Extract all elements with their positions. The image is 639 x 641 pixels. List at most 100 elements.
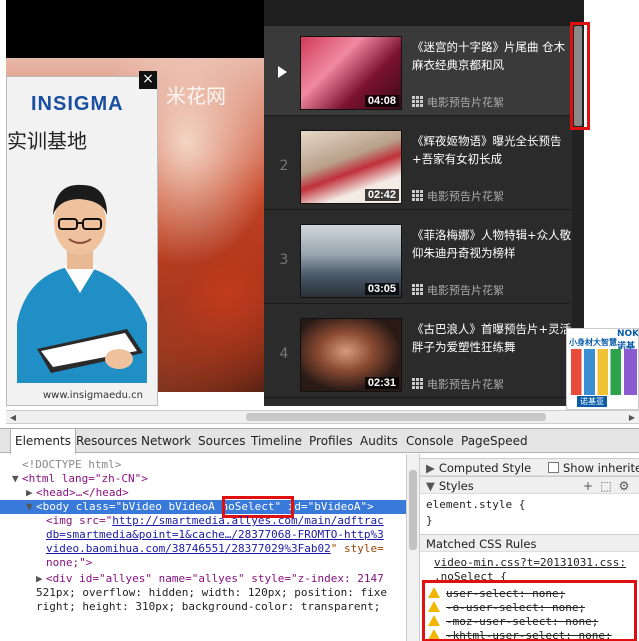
show-inherited-checkbox[interactable] <box>548 462 559 473</box>
expanded-triangle-icon[interactable]: ▼ <box>12 472 22 486</box>
class-attr-name: class= <box>75 500 116 513</box>
id-attr: id="bVideoA"> <box>287 500 374 513</box>
video-source[interactable]: 电影预告片花絮 <box>412 376 504 392</box>
ad-person-image <box>7 153 153 383</box>
tab-pagespeed[interactable]: PageSpeed <box>457 429 532 453</box>
tab-audits[interactable]: Audits <box>356 429 402 453</box>
collapsed-triangle-icon[interactable]: ▶ <box>426 461 435 475</box>
web-page: 米花网 × INSIGMA 实训基地 www.insigmaedu.cn 04:… <box>0 0 639 428</box>
video-source[interactable]: 电影预告片花絮 <box>412 94 504 110</box>
dom-line-img-cont[interactable]: video.baomihua.com/38746551/28377029%3Fa… <box>46 542 384 556</box>
video-watermark: 米花网 <box>166 84 226 108</box>
computed-style-label: Computed Style <box>438 461 532 475</box>
dom-line-img-end[interactable]: none;"> <box>46 556 92 570</box>
body-tag: <body <box>36 500 70 513</box>
playlist-item[interactable]: 3 03:05 《菲洛梅娜》人物特辑+众人敬仰朱迪丹奇视为榜样 电影预告片花絮 <box>264 214 571 304</box>
show-inherited-toggle[interactable]: Show inherite <box>548 459 639 477</box>
element-state-icon[interactable]: ⬚ <box>600 480 612 492</box>
styles-toolbar: + ⬚ ⚙ <box>576 477 630 495</box>
computed-style-header[interactable]: ▶ Computed Style Show inherite <box>420 458 639 476</box>
dom-line-img[interactable]: <img src="http://smartmedia.allyes.com/m… <box>46 514 384 528</box>
playlist-item[interactable]: 04:08 《迷宫的十字路》片尾曲 仓木麻衣经典京都和风 电影预告片花絮 <box>264 26 570 116</box>
styles-sidebar: ▶ Computed Style Show inherite ▼ Styles + ⬚… <box>420 454 639 641</box>
tab-console[interactable]: Console <box>402 429 458 453</box>
img-src-link[interactable]: http://smartmedia.allyes.com/main/adftra… <box>112 514 384 527</box>
horizontal-scroll-thumb[interactable] <box>246 413 546 421</box>
img-src-link[interactable]: video.baomihua.com/38746551/28377029%3Fa… <box>46 542 331 555</box>
video-playlist: 04:08 《迷宫的十字路》片尾曲 仓木麻衣经典京都和风 电影预告片花絮 2 0… <box>264 0 584 406</box>
styles-header[interactable]: ▼ Styles + ⬚ ⚙ <box>420 476 639 494</box>
ad-close-icon[interactable]: × <box>139 71 157 89</box>
video-title[interactable]: 《迷宫的十字路》片尾曲 仓木麻衣经典京都和风 <box>412 38 574 74</box>
matched-css-rules-header: Matched CSS Rules <box>420 534 639 552</box>
video-thumbnail[interactable]: 02:31 <box>300 318 402 392</box>
html-tag: <html lang="zh-CN"> <box>22 472 148 485</box>
item-index: 2 <box>279 158 289 174</box>
gear-icon[interactable]: ⚙ <box>618 480 630 492</box>
dom-line-html[interactable]: ▼ <html lang="zh-CN"> <box>12 472 148 486</box>
video-title[interactable]: 《菲洛梅娜》人物特辑+众人敬仰朱迪丹奇视为榜样 <box>412 226 574 262</box>
side-banner-ad[interactable]: NOKIA 诺基 小身材大智慧 诺基亚 <box>566 328 639 410</box>
video-title[interactable]: 《古巴浪人》首曝预告片+灵活胖子为爱塑性狂练舞 <box>412 320 574 356</box>
video-source-label: 电影预告片花絮 <box>427 378 504 391</box>
element-style-close: } <box>426 512 433 530</box>
video-title[interactable]: 《辉夜姬物语》曝光全长预告+吾家有女初长成 <box>412 132 574 168</box>
vertical-scroll-thumb[interactable] <box>409 470 417 550</box>
collapsed-triangle-icon[interactable]: ▶ <box>36 572 46 586</box>
div-style-text: right; height: 310px; background-color: … <box>36 600 381 613</box>
page-horizontal-scrollbar[interactable]: ◀ ▶ <box>6 410 639 424</box>
dom-line-div[interactable]: ▶ <div id="allyes" name="allyes" style="z… <box>36 572 384 586</box>
tab-network[interactable]: Network <box>137 429 195 453</box>
playlist-item[interactable]: 2 02:42 《辉夜姬物语》曝光全长预告+吾家有女初长成 电影预告片花絮 <box>264 120 570 210</box>
video-thumbnail[interactable]: 03:05 <box>300 224 402 298</box>
grid-icon <box>412 284 423 295</box>
scroll-right-arrow-icon[interactable]: ▶ <box>627 413 637 423</box>
collapsed-triangle-icon[interactable]: ▶ <box>26 486 36 500</box>
dom-line-head[interactable]: ▶ <head>…</head> <box>26 486 129 500</box>
ad-logo: INSIGMA <box>31 93 124 115</box>
scroll-left-arrow-icon[interactable]: ◀ <box>8 413 18 423</box>
class-attr-value: "bVideo bVideoA <box>115 500 215 513</box>
dom-line-div-cont[interactable]: right; height: 310px; background-color: … <box>36 600 380 614</box>
video-thumbnail[interactable]: 04:08 <box>300 36 402 110</box>
dom-line-div-cont[interactable]: 521px; overflow: hidden; width: 120px; p… <box>36 586 387 600</box>
tab-profiles[interactable]: Profiles <box>305 429 357 453</box>
expanded-triangle-icon[interactable]: ▼ <box>26 500 36 514</box>
video-source-label: 电影预告片花絮 <box>427 190 504 203</box>
video-thumbnail[interactable]: 02:42 <box>300 130 402 204</box>
grid-icon <box>412 96 423 107</box>
dom-line-doctype[interactable]: <!DOCTYPE html> <box>22 458 121 472</box>
video-duration: 02:31 <box>364 377 399 389</box>
video-duration: 03:05 <box>364 283 399 295</box>
devtools-tab-bar: Elements Resources Network Sources Timel… <box>0 429 639 454</box>
img-src-link[interactable]: db=smartmedia&point=1&cache…/28377068-FR… <box>46 528 384 541</box>
div-tag: <div id="allyes" name="allyes" style="z-… <box>46 572 384 585</box>
side-ad-phones-image <box>571 349 637 395</box>
tab-resources[interactable]: Resources <box>72 429 141 453</box>
devtools-panel: Elements Resources Network Sources Timel… <box>0 428 639 641</box>
tab-timeline[interactable]: Timeline <box>247 429 306 453</box>
dom-line-img-cont[interactable]: db=smartmedia&point=1&cache…/28377068-FR… <box>46 528 384 542</box>
video-source-label: 电影预告片花絮 <box>427 284 504 297</box>
close-brace: } <box>426 514 433 527</box>
video-source[interactable]: 电影预告片花絮 <box>412 282 504 298</box>
element-style-rule[interactable]: element.style { <box>426 496 525 514</box>
scrollbar-highlight-box <box>570 22 590 130</box>
show-inherited-label: Show inherite <box>563 461 639 475</box>
now-playing-icon <box>278 66 287 78</box>
video-duration: 02:42 <box>364 189 399 201</box>
grid-icon <box>412 378 423 389</box>
video-source[interactable]: 电影预告片花絮 <box>412 188 504 204</box>
tab-elements[interactable]: Elements <box>10 429 76 454</box>
tab-sources[interactable]: Sources <box>194 429 249 453</box>
add-rule-icon[interactable]: + <box>582 480 594 492</box>
playlist-header <box>264 0 584 26</box>
dom-line-body-selected[interactable]: ▼ <body class="bVideo bVideoA noSelect" i… <box>0 500 406 514</box>
expanded-triangle-icon[interactable]: ▼ <box>426 479 435 493</box>
floating-ad[interactable]: × INSIGMA 实训基地 www.insigmaedu.cn <box>6 71 158 406</box>
playlist-item[interactable]: 4 02:31 《古巴浪人》首曝预告片+灵活胖子为爱塑性狂练舞 电影预告片花絮 <box>264 308 571 398</box>
ad-url[interactable]: www.insigmaedu.cn <box>43 390 143 401</box>
img-tag-end: none;"> <box>46 556 93 569</box>
dom-tree[interactable]: <!DOCTYPE html> ▼ <html lang="zh-CN"> ▶ <h… <box>0 454 406 641</box>
panel-splitter-scrollbar[interactable] <box>406 454 420 641</box>
